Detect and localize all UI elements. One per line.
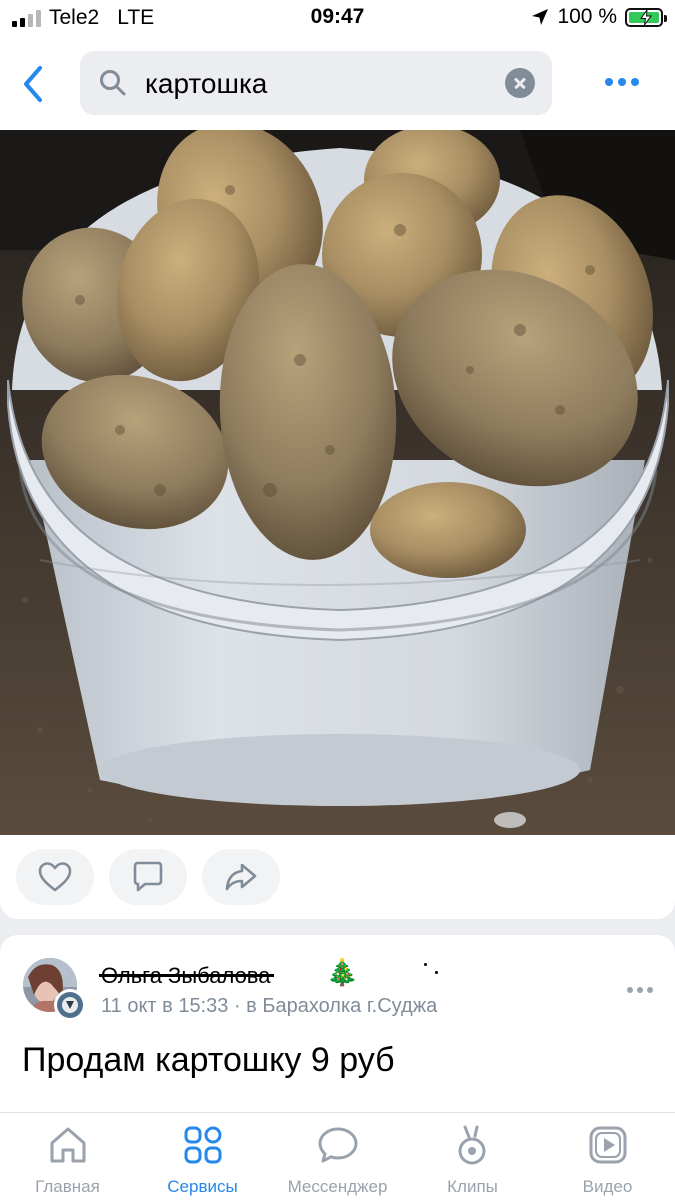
post-more-icon[interactable]: [627, 987, 653, 993]
like-button[interactable]: [16, 849, 94, 905]
comment-button[interactable]: [109, 849, 187, 905]
tab-clips[interactable]: Клипы: [405, 1113, 540, 1200]
post-date[interactable]: 11 окт в 15:33: [101, 995, 228, 1017]
clear-search-icon[interactable]: [505, 68, 535, 98]
home-icon: [50, 1127, 86, 1163]
avatar[interactable]: [22, 957, 88, 1023]
post-photo[interactable]: [0, 130, 675, 835]
potatoes-bucket-image: [0, 130, 675, 835]
more-options-icon[interactable]: [605, 78, 639, 86]
post-text: Продам картошку 9 руб: [22, 1041, 395, 1079]
bottom-tab-bar: Главная Сервисы Мессенджер Клипы Видео: [0, 1112, 675, 1200]
tab-label: Сервисы: [167, 1177, 238, 1196]
comment-icon: [133, 861, 163, 892]
battery-percent: 100 %: [557, 5, 617, 28]
tab-video[interactable]: Видео: [540, 1113, 675, 1200]
battery-icon: [625, 7, 667, 27]
clips-icon: [458, 1125, 486, 1165]
tab-label: Главная: [35, 1177, 100, 1196]
post-actions-bar: [0, 835, 675, 919]
tab-home[interactable]: Главная: [0, 1113, 135, 1200]
messenger-icon: [318, 1127, 358, 1163]
decoration-dots: [424, 963, 438, 975]
back-chevron-icon[interactable]: [16, 62, 52, 106]
location-arrow-icon: [532, 9, 549, 25]
share-icon: [225, 863, 257, 891]
tab-messenger[interactable]: Мессенджер: [270, 1113, 405, 1200]
tab-label: Клипы: [447, 1177, 498, 1196]
status-bar: Tele2 LTE 09:47 100 %: [0, 0, 675, 38]
tab-label: Мессенджер: [287, 1177, 388, 1196]
status-right: 100 %: [531, 5, 667, 29]
search-field[interactable]: картошка: [80, 51, 552, 115]
post-source[interactable]: в Барахолка г.Суджа: [246, 995, 437, 1017]
tab-label: Видео: [582, 1177, 633, 1196]
meta-separator: ·: [233, 995, 247, 1017]
app-screen: Tele2 LTE 09:47 100 % картошка Ольга Зыб…: [0, 0, 675, 1200]
search-input[interactable]: картошка: [145, 68, 267, 100]
video-icon: [589, 1126, 627, 1164]
post-meta: 11 окт в 15:33 · в Барахолка г.Суджа: [101, 995, 437, 1018]
christmas-tree-icon: 🎄: [326, 957, 359, 987]
heart-icon: [38, 862, 72, 892]
author-name[interactable]: Ольга Зыбалова: [98, 963, 275, 989]
services-icon: [184, 1126, 222, 1164]
search-icon: [100, 70, 126, 96]
tab-services[interactable]: Сервисы: [135, 1113, 270, 1200]
search-header: картошка: [0, 38, 675, 130]
share-button[interactable]: [202, 849, 280, 905]
